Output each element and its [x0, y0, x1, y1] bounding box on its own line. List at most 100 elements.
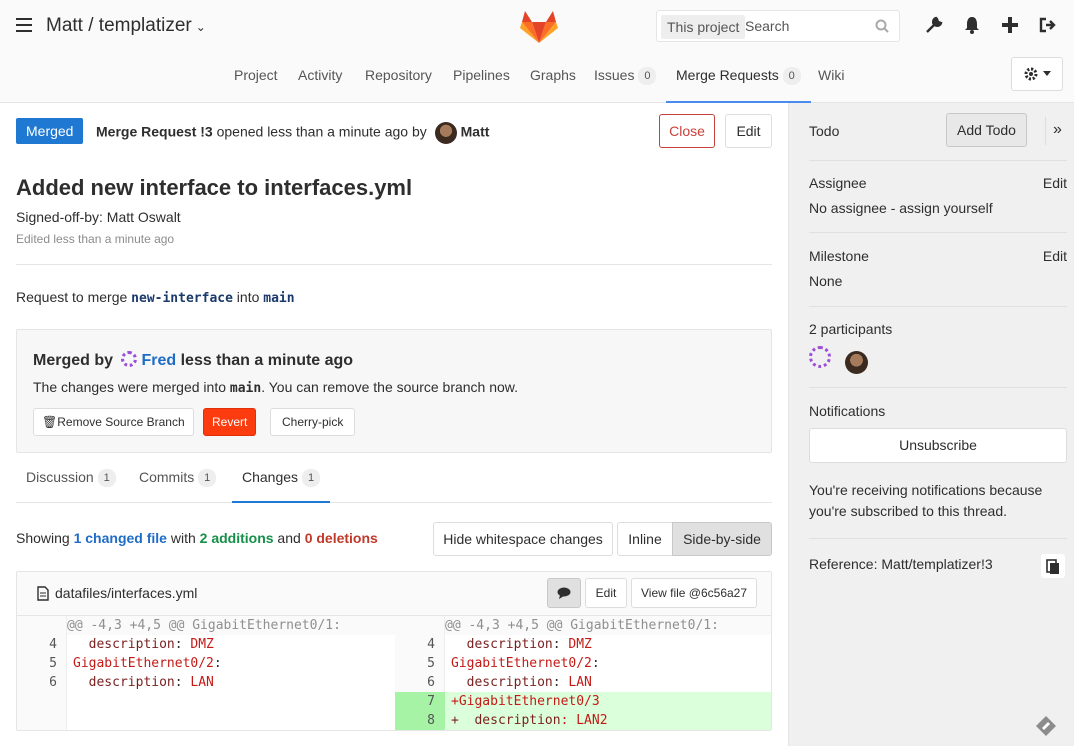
nav-label: Project — [234, 67, 278, 83]
mr-meta: Merge Request !3 opened less than a minu… — [96, 122, 489, 144]
clipboard-icon — [1046, 559, 1059, 574]
summary-text: and — [273, 530, 305, 546]
tab-changes[interactable]: Changes 1 — [232, 457, 331, 503]
milestone-value: None — [809, 273, 843, 289]
nav-issues[interactable]: Issues 0 — [594, 56, 657, 103]
comment-icon — [557, 587, 571, 599]
diff-file-header: datafiles/interfaces.yml Edit View file … — [17, 572, 771, 616]
line-number[interactable]: 6 — [17, 673, 67, 692]
diff-line: GigabitEthernet0/2: — [451, 654, 600, 673]
status-badge: Merged — [16, 118, 84, 144]
tab-discussion[interactable]: Discussion 1 — [26, 457, 116, 503]
changed-files-link[interactable]: 1 changed file — [74, 530, 167, 546]
toggle-comments-button[interactable] — [547, 578, 581, 608]
add-todo-button[interactable]: Add Todo — [946, 113, 1027, 147]
copy-reference-button[interactable] — [1041, 554, 1065, 578]
nav-repository[interactable]: Repository — [365, 56, 432, 103]
participant-avatar[interactable] — [809, 346, 831, 368]
line-number[interactable]: 4 — [395, 635, 445, 654]
yaml-key: + description — [451, 713, 561, 728]
target-branch[interactable]: main — [263, 291, 294, 306]
cherry-pick-button[interactable]: Cherry-pick — [270, 408, 356, 436]
nav-activity[interactable]: Activity — [298, 56, 342, 103]
yaml-value: LAN — [560, 675, 592, 690]
assignee-edit-link[interactable]: Edit — [1043, 175, 1067, 191]
side-by-side-view-button[interactable]: Side-by-side — [672, 522, 772, 556]
nav-wiki[interactable]: Wiki — [818, 56, 844, 103]
assignee-section: Assignee Edit No assignee - assign yours… — [809, 175, 1067, 216]
divider — [809, 538, 1067, 539]
feedback-icon[interactable] — [1035, 715, 1057, 740]
tab-count: 1 — [198, 469, 217, 488]
file-name[interactable]: datafiles/interfaces.yml — [55, 585, 197, 601]
mr-tabs: Discussion 1 Commits 1 Changes 1 — [16, 457, 772, 503]
wrench-icon[interactable] — [924, 15, 944, 35]
settings-dropdown-button[interactable] — [1011, 57, 1063, 91]
milestone-edit-link[interactable]: Edit — [1043, 248, 1067, 264]
author-link[interactable]: Matt — [461, 124, 490, 140]
caret-down-icon — [1043, 71, 1051, 76]
notifications-text: You're receiving notifications because y… — [809, 482, 1043, 519]
tab-count: 1 — [97, 469, 116, 488]
bell-icon[interactable] — [962, 15, 982, 35]
hunk-header-right: @@ -4,3 +4,5 @@ GigabitEthernet0/1: — [445, 616, 771, 635]
milestone-label: Milestone — [809, 248, 869, 264]
close-button[interactable]: Close — [659, 114, 715, 148]
divider — [809, 387, 1067, 388]
project-title[interactable]: Matt / templatizer ⌄ — [46, 15, 206, 37]
todo-label: Todo — [809, 123, 840, 139]
source-branch[interactable]: new-interface — [131, 291, 233, 306]
mr-description: Signed-off-by: Matt Oswalt — [16, 209, 181, 225]
revert-button[interactable]: Revert — [203, 408, 257, 436]
yaml-value: DMZ — [182, 637, 214, 652]
added-line: + description: LAN2 — [451, 711, 608, 730]
nav-label: Repository — [365, 67, 432, 83]
search-input[interactable]: This project Search — [656, 10, 900, 42]
merged-widget: Merged by Fred less than a minute ago Th… — [16, 329, 772, 453]
reference-text: Reference: Matt/templatizer!3 — [809, 556, 993, 572]
sign-out-icon[interactable] — [1038, 15, 1058, 35]
inline-view-button[interactable]: Inline — [617, 522, 673, 556]
unsubscribe-button[interactable]: Unsubscribe — [809, 428, 1067, 463]
merger-avatar[interactable] — [121, 351, 138, 367]
collapse-sidebar-icon[interactable]: » — [1053, 121, 1062, 139]
file-edit-button[interactable]: Edit — [585, 578, 627, 608]
search-scope-badge[interactable]: This project — [661, 15, 746, 39]
remove-source-branch-button[interactable]: 🗑Remove Source Branch — [33, 408, 194, 436]
chevron-down-icon: ⌄ — [195, 20, 206, 34]
issues-count-badge: 0 — [638, 67, 657, 86]
project-nav: Project Activity Repository Pipelines Gr… — [0, 56, 1074, 103]
diff-line: description: LAN — [73, 675, 214, 690]
gitlab-logo[interactable] — [520, 8, 558, 44]
nav-pipelines[interactable]: Pipelines — [453, 56, 510, 103]
mr-title: Added new interface to interfaces.yml — [16, 175, 413, 200]
empty-left-lines — [67, 692, 395, 730]
author-avatar[interactable] — [434, 122, 457, 144]
nav-project[interactable]: Project — [234, 56, 278, 103]
yaml-value: : — [213, 656, 222, 671]
tab-commits[interactable]: Commits 1 — [139, 457, 217, 503]
merged-message-text: The changes were merged into — [33, 379, 230, 395]
plus-icon[interactable] — [1000, 15, 1020, 35]
line-number[interactable]: 6 — [395, 673, 445, 692]
line-number[interactable]: 4 — [17, 635, 67, 654]
assignee-value[interactable]: No assignee - assign yourself — [809, 200, 1067, 216]
hide-whitespace-button[interactable]: Hide whitespace changes — [433, 522, 613, 556]
view-file-button[interactable]: View file @6c56a27 — [631, 578, 757, 608]
yaml-key: description — [73, 675, 175, 690]
line-number[interactable]: 7 — [395, 692, 445, 711]
line-number[interactable]: 5 — [395, 654, 445, 673]
diff-line: description: LAN — [451, 675, 592, 690]
remove-source-branch-label: Remove Source Branch — [57, 415, 185, 429]
divider — [809, 306, 1067, 307]
merger-link[interactable]: Fred — [141, 352, 176, 369]
edit-button[interactable]: Edit — [725, 114, 772, 148]
line-number[interactable]: 5 — [17, 654, 67, 673]
hamburger-menu-icon[interactable] — [16, 18, 32, 32]
notifications-section: Notifications — [809, 403, 1067, 419]
participant-avatar[interactable] — [844, 350, 868, 374]
line-number[interactable]: 8 — [395, 711, 445, 730]
nav-merge-requests[interactable]: Merge Requests 0 — [666, 56, 811, 103]
project-title-text: Matt / templatizer — [46, 15, 192, 36]
nav-graphs[interactable]: Graphs — [530, 56, 576, 103]
